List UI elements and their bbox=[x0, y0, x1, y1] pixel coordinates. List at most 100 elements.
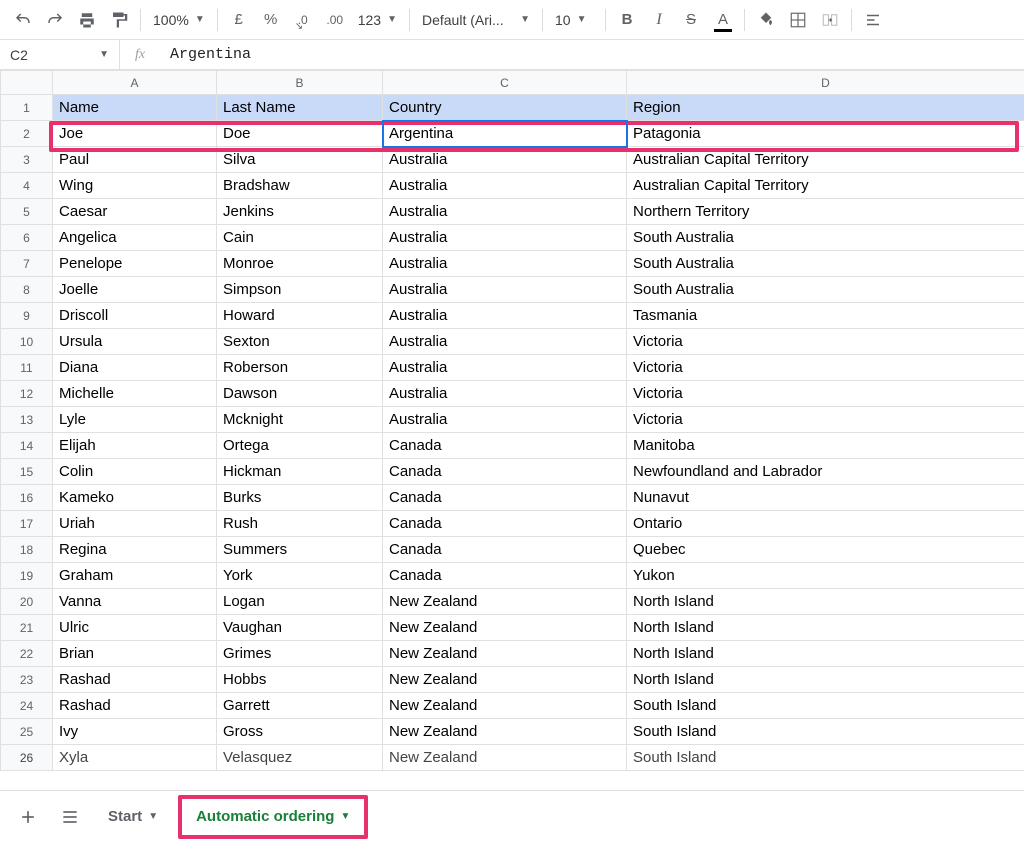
cell[interactable]: Nunavut bbox=[627, 485, 1024, 511]
cell[interactable]: Australia bbox=[383, 173, 627, 199]
row-header[interactable]: 7 bbox=[1, 251, 53, 277]
cell[interactable]: New Zealand bbox=[383, 745, 627, 771]
row-header[interactable]: 25 bbox=[1, 719, 53, 745]
row-header[interactable]: 13 bbox=[1, 407, 53, 433]
cell[interactable]: Lyle bbox=[53, 407, 217, 433]
cell[interactable]: Elijah bbox=[53, 433, 217, 459]
col-header-c[interactable]: C bbox=[383, 71, 627, 95]
cell[interactable]: Ortega bbox=[217, 433, 383, 459]
cell[interactable]: Australia bbox=[383, 303, 627, 329]
cell[interactable]: Northern Territory bbox=[627, 199, 1024, 225]
row-header[interactable]: 9 bbox=[1, 303, 53, 329]
name-box[interactable]: C2 ▼ bbox=[0, 40, 120, 69]
text-color-button[interactable]: A bbox=[708, 6, 738, 34]
print-button[interactable] bbox=[72, 6, 102, 34]
italic-button[interactable]: I bbox=[644, 6, 674, 34]
cell[interactable]: Victoria bbox=[627, 381, 1024, 407]
sheet-tab-start[interactable]: Start ▼ bbox=[94, 799, 172, 835]
cell[interactable]: Wing bbox=[53, 173, 217, 199]
cell[interactable]: York bbox=[217, 563, 383, 589]
select-all-corner[interactable] bbox=[1, 71, 53, 95]
cell[interactable]: Australian Capital Territory bbox=[627, 147, 1024, 173]
increase-decimal-button[interactable]: .00 bbox=[320, 6, 350, 34]
cell[interactable]: Logan bbox=[217, 589, 383, 615]
cell[interactable]: South Island bbox=[627, 745, 1024, 771]
cell[interactable]: Xyla bbox=[53, 745, 217, 771]
cell[interactable]: Rush bbox=[217, 511, 383, 537]
col-header-d[interactable]: D bbox=[627, 71, 1024, 95]
row-header[interactable]: 18 bbox=[1, 537, 53, 563]
redo-button[interactable] bbox=[40, 6, 70, 34]
cell[interactable]: New Zealand bbox=[383, 719, 627, 745]
cell[interactable]: Joe bbox=[53, 121, 217, 147]
row-header[interactable]: 21 bbox=[1, 615, 53, 641]
cell[interactable]: Joelle bbox=[53, 277, 217, 303]
cell[interactable]: South Island bbox=[627, 719, 1024, 745]
cell[interactable]: New Zealand bbox=[383, 615, 627, 641]
borders-button[interactable] bbox=[783, 6, 813, 34]
row-header[interactable]: 19 bbox=[1, 563, 53, 589]
cell[interactable]: Velasquez bbox=[217, 745, 383, 771]
format-currency-button[interactable]: £ bbox=[224, 6, 254, 34]
row-header[interactable]: 8 bbox=[1, 277, 53, 303]
cell[interactable]: Vaughan bbox=[217, 615, 383, 641]
cell[interactable]: South Australia bbox=[627, 277, 1024, 303]
cell[interactable]: New Zealand bbox=[383, 589, 627, 615]
row-header[interactable]: 12 bbox=[1, 381, 53, 407]
cell[interactable]: Uriah bbox=[53, 511, 217, 537]
cell[interactable]: Vanna bbox=[53, 589, 217, 615]
spreadsheet-grid[interactable]: A B C D 1NameLast NameCountryRegion2JoeD… bbox=[0, 70, 1024, 790]
cell[interactable]: Manitoba bbox=[627, 433, 1024, 459]
cell[interactable]: New Zealand bbox=[383, 667, 627, 693]
cell[interactable]: Mcknight bbox=[217, 407, 383, 433]
zoom-dropdown[interactable]: 100% ▼ bbox=[147, 6, 211, 34]
format-percent-button[interactable]: % bbox=[256, 6, 286, 34]
cell[interactable]: Ontario bbox=[627, 511, 1024, 537]
cell[interactable]: Australia bbox=[383, 147, 627, 173]
row-header[interactable]: 16 bbox=[1, 485, 53, 511]
horizontal-align-button[interactable] bbox=[858, 6, 888, 34]
cell[interactable]: Colin bbox=[53, 459, 217, 485]
cell[interactable]: New Zealand bbox=[383, 693, 627, 719]
cell[interactable]: Victoria bbox=[627, 329, 1024, 355]
fill-color-button[interactable] bbox=[751, 6, 781, 34]
cell[interactable]: Howard bbox=[217, 303, 383, 329]
row-header[interactable]: 20 bbox=[1, 589, 53, 615]
row-header[interactable]: 15 bbox=[1, 459, 53, 485]
cell[interactable]: North Island bbox=[627, 589, 1024, 615]
cell[interactable]: South Island bbox=[627, 693, 1024, 719]
sheet-tab-automatic-ordering[interactable]: Automatic ordering ▼ bbox=[182, 799, 364, 835]
cell[interactable]: Canada bbox=[383, 537, 627, 563]
row-header[interactable]: 26 bbox=[1, 745, 53, 771]
cell[interactable]: Silva bbox=[217, 147, 383, 173]
all-sheets-button[interactable] bbox=[52, 799, 88, 835]
cell[interactable]: Angelica bbox=[53, 225, 217, 251]
cell[interactable]: Yukon bbox=[627, 563, 1024, 589]
bold-button[interactable]: B bbox=[612, 6, 642, 34]
cell[interactable]: Australia bbox=[383, 329, 627, 355]
cell[interactable]: Australia bbox=[383, 251, 627, 277]
merge-cells-button[interactable] bbox=[815, 6, 845, 34]
cell[interactable]: Burks bbox=[217, 485, 383, 511]
row-header[interactable]: 11 bbox=[1, 355, 53, 381]
formula-input[interactable] bbox=[160, 46, 1024, 63]
cell[interactable]: Michelle bbox=[53, 381, 217, 407]
cell[interactable]: Roberson bbox=[217, 355, 383, 381]
cell[interactable]: Regina bbox=[53, 537, 217, 563]
cell[interactable]: Hickman bbox=[217, 459, 383, 485]
cell[interactable]: Ivy bbox=[53, 719, 217, 745]
row-header[interactable]: 14 bbox=[1, 433, 53, 459]
cell[interactable]: Country bbox=[383, 95, 627, 121]
cell[interactable]: Patagonia bbox=[627, 121, 1024, 147]
paint-format-button[interactable] bbox=[104, 6, 134, 34]
cell[interactable]: Quebec bbox=[627, 537, 1024, 563]
cell[interactable]: Australia bbox=[383, 225, 627, 251]
cell[interactable]: Canada bbox=[383, 485, 627, 511]
cell[interactable]: Gross bbox=[217, 719, 383, 745]
cell[interactable]: Monroe bbox=[217, 251, 383, 277]
row-header[interactable]: 1 bbox=[1, 95, 53, 121]
row-header[interactable]: 22 bbox=[1, 641, 53, 667]
cell[interactable]: Region bbox=[627, 95, 1024, 121]
font-size-dropdown[interactable]: 10 ▼ bbox=[549, 6, 599, 34]
cell[interactable]: Australia bbox=[383, 199, 627, 225]
